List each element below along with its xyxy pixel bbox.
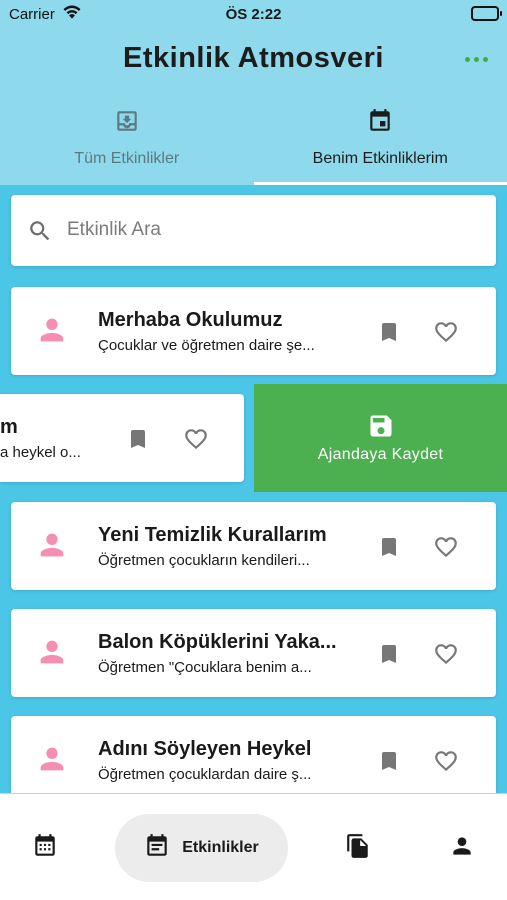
more-options-button[interactable]	[465, 52, 489, 66]
nav-documents[interactable]	[333, 814, 383, 882]
person-icon	[35, 635, 69, 674]
event-description: Öğretmen "Çocuklara benim a...	[98, 659, 312, 676]
search-bar	[11, 195, 496, 266]
event-title: Merhaba Okulumuz	[98, 309, 283, 331]
event-title: m	[0, 416, 18, 438]
event-card[interactable]: Adını Söyleyen Heykel Öğretmen çocuklard…	[11, 716, 496, 804]
event-title: Yeni Temizlik Kurallarım	[98, 524, 327, 546]
bookmark-icon[interactable]	[126, 426, 150, 457]
battery-icon	[471, 6, 502, 21]
save-to-agenda-label: Ajandaya Kaydet	[317, 446, 444, 463]
event-card[interactable]: Yeni Temizlik Kurallarım Öğretmen çocukl…	[11, 502, 496, 590]
dot-icon	[474, 56, 479, 62]
event-description: Öğretmen çocuklardan daire ş...	[98, 766, 312, 783]
dot-icon	[465, 56, 470, 62]
nav-events[interactable]: Etkinlikler	[115, 814, 288, 882]
calendar-grid-icon	[32, 833, 58, 864]
tab-label: Benim Etkinliklerim	[312, 150, 448, 167]
person-icon	[35, 313, 69, 352]
bookmark-icon[interactable]	[377, 748, 401, 779]
nav-profile[interactable]	[437, 814, 487, 882]
bookmark-icon[interactable]	[377, 641, 401, 672]
heart-icon[interactable]	[432, 319, 460, 350]
documents-icon	[345, 832, 371, 865]
calendar-event-icon	[254, 108, 507, 134]
person-icon	[35, 528, 69, 567]
event-card[interactable]: Merhaba Okulumuz Çocuklar ve öğretmen da…	[11, 287, 496, 375]
search-input[interactable]	[67, 213, 467, 247]
event-description: a heykel o...	[0, 444, 81, 461]
nav-calendar[interactable]	[20, 814, 70, 882]
person-icon	[449, 833, 475, 864]
nav-events-label: Etkinlikler	[182, 839, 259, 856]
person-icon	[35, 742, 69, 781]
event-note-icon	[144, 833, 170, 864]
tab-bar: Tüm Etkinlikler Benim Etkinliklerim	[0, 100, 507, 185]
bookmark-icon[interactable]	[377, 534, 401, 565]
heart-icon[interactable]	[182, 426, 210, 457]
search-icon	[27, 218, 53, 249]
tab-all-events[interactable]: Tüm Etkinlikler	[0, 100, 254, 185]
app-header: Etkinlik Atmosveri Tüm Etkinlikler Benim…	[0, 30, 507, 185]
status-bar: Carrier ÖS 2:22	[0, 0, 507, 30]
tab-label: Tüm Etkinlikler	[74, 150, 180, 167]
status-time: ÖS 2:22	[225, 6, 282, 23]
event-description: Öğretmen çocukların kendileri...	[98, 552, 310, 569]
event-title: Adını Söyleyen Heykel	[98, 738, 312, 760]
dot-icon	[483, 56, 488, 62]
event-card-swiped[interactable]: m a heykel o...	[0, 394, 244, 482]
event-description: Çocuklar ve öğretmen daire şe...	[98, 337, 315, 354]
event-card[interactable]: Balon Köpüklerini Yaka... Öğretmen "Çocu…	[11, 609, 496, 697]
event-title: Balon Köpüklerini Yaka...	[98, 631, 337, 653]
heart-icon[interactable]	[432, 534, 460, 565]
bottom-navigation: Etkinlikler	[0, 793, 507, 900]
save-to-agenda-button[interactable]: Ajandaya Kaydet	[254, 384, 507, 492]
page-title: Etkinlik Atmosveri	[123, 42, 384, 74]
bookmark-icon[interactable]	[377, 319, 401, 350]
tab-my-events[interactable]: Benim Etkinliklerim	[253, 100, 507, 185]
inbox-icon	[0, 108, 254, 134]
heart-icon[interactable]	[432, 641, 460, 672]
heart-icon[interactable]	[432, 748, 460, 779]
save-icon	[254, 412, 507, 440]
